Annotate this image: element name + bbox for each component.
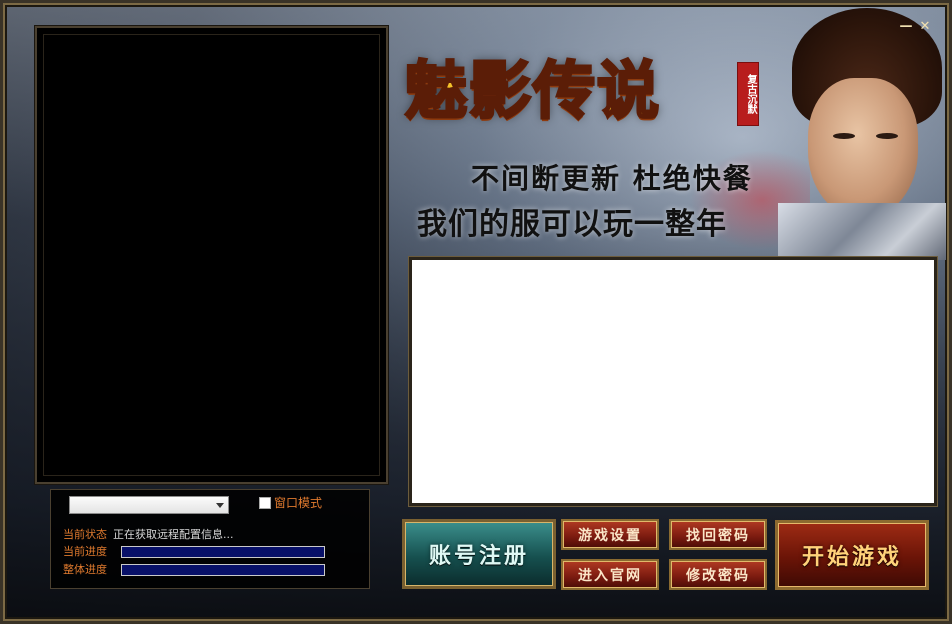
current-progress-row: 当前进度 bbox=[63, 545, 325, 558]
status-label: 当前状态 bbox=[63, 528, 107, 541]
status-value: 正在获取远程配置信息... bbox=[113, 528, 234, 541]
start-game-button[interactable]: 开始游戏 bbox=[775, 520, 929, 590]
overall-progress-bar bbox=[121, 564, 325, 576]
hero-portrait bbox=[778, 8, 946, 260]
slogan-line-1: 不间断更新 杜绝快餐 bbox=[471, 162, 753, 195]
video-panel bbox=[35, 26, 388, 484]
server-select[interactable] bbox=[69, 496, 229, 514]
official-site-button[interactable]: 进入官网 bbox=[561, 559, 659, 590]
minimize-icon[interactable]: — bbox=[899, 20, 913, 34]
current-progress-bar bbox=[121, 546, 325, 558]
window-mode-checkbox[interactable] bbox=[259, 497, 271, 509]
launcher-controls: 窗口模式 当前状态 正在获取远程配置信息... 当前进度 整体进度 bbox=[50, 489, 370, 589]
current-progress-label: 当前进度 bbox=[63, 545, 107, 558]
slogan-line-2: 我们的服可以玩一整年 bbox=[417, 207, 727, 242]
hero-eye-right bbox=[876, 133, 898, 139]
logo-seal: 复古沉默 bbox=[737, 62, 759, 126]
overall-progress-label: 整体进度 bbox=[63, 563, 107, 576]
game-logo: 魅影传说 bbox=[403, 53, 662, 129]
recover-password-button[interactable]: 找回密码 bbox=[669, 519, 767, 550]
hero-armor bbox=[778, 203, 946, 260]
change-password-button[interactable]: 修改密码 bbox=[669, 559, 767, 590]
window-mode-toggle[interactable]: 窗口模式 bbox=[259, 497, 322, 509]
register-button[interactable]: 账号注册 bbox=[402, 519, 556, 589]
close-icon[interactable]: ✕ bbox=[918, 20, 932, 34]
chevron-down-icon bbox=[216, 503, 224, 508]
hero-eye-left bbox=[833, 133, 855, 139]
news-panel bbox=[409, 257, 937, 506]
window-mode-label: 窗口模式 bbox=[274, 496, 323, 510]
overall-progress-row: 整体进度 bbox=[63, 563, 325, 576]
game-settings-button[interactable]: 游戏设置 bbox=[561, 519, 659, 550]
status-row: 当前状态 正在获取远程配置信息... bbox=[63, 528, 234, 541]
video-panel-inner bbox=[43, 34, 380, 476]
hero-face bbox=[808, 78, 918, 218]
